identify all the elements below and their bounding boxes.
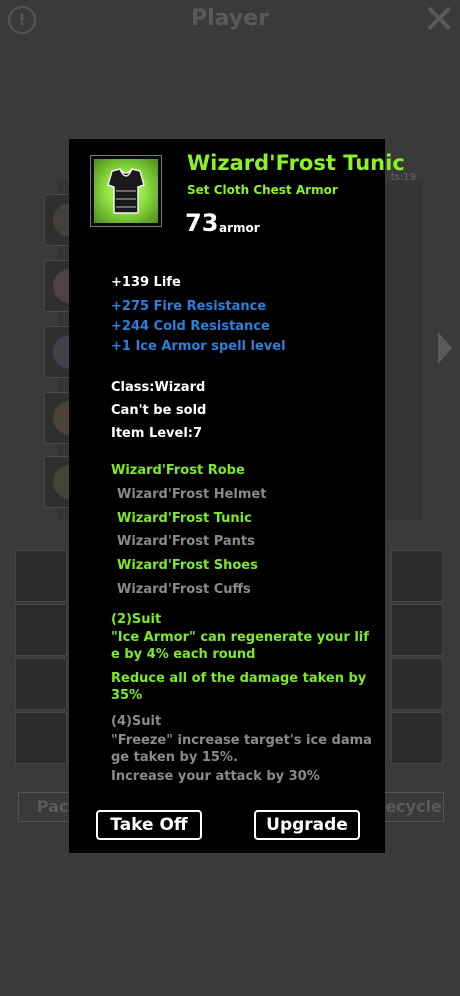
- set-name: Wizard'Frost Robe: [111, 463, 245, 478]
- armor-value: 73: [185, 209, 219, 237]
- set-piece-pants: Wizard'Frost Pants: [117, 534, 255, 549]
- armor-label: armor: [219, 221, 260, 235]
- suit4-bonus-2: Increase your attack by 30%: [111, 769, 320, 784]
- take-off-button[interactable]: Take Off: [96, 810, 202, 840]
- item-level: Item Level:7: [111, 426, 203, 441]
- suit2-bonus-2: Reduce all of the damage taken by 35%: [111, 671, 367, 703]
- inventory-slot[interactable]: [15, 604, 67, 656]
- class-requirement: Class:Wizard: [111, 380, 206, 395]
- ice-armor-level-stat: +1 Ice Armor spell level: [111, 339, 286, 354]
- upgrade-button[interactable]: Upgrade: [254, 810, 360, 840]
- close-icon[interactable]: ✕: [422, 0, 456, 40]
- set-piece-cuffs: Wizard'Frost Cuffs: [117, 582, 251, 597]
- suit2-bonus-1: "Ice Armor" can regenerate your life by …: [111, 630, 369, 662]
- set-piece-helmet: Wizard'Frost Helmet: [117, 487, 267, 502]
- inventory-slot[interactable]: [391, 604, 443, 656]
- life-stat: +139 Life: [111, 275, 181, 290]
- item-tooltip: Wizard'Frost Tunic Set Cloth Chest Armor…: [69, 139, 405, 853]
- sell-status: Can't be sold: [111, 403, 207, 418]
- inventory-slot[interactable]: [15, 658, 67, 710]
- fire-resistance-stat: +275 Fire Resistance: [111, 299, 267, 314]
- inventory-slot[interactable]: [15, 550, 67, 602]
- suit4-title: (4)Suit: [111, 714, 162, 729]
- inventory-slot[interactable]: [391, 712, 443, 764]
- suit4-bonus-1: "Freeze" increase target's ice damage ta…: [111, 733, 372, 765]
- set-piece-shoes: Wizard'Frost Shoes: [117, 558, 258, 573]
- next-arrow-icon[interactable]: [438, 332, 452, 364]
- inventory-slot[interactable]: [391, 658, 443, 710]
- item-name: Wizard'Frost Tunic: [187, 151, 405, 175]
- chest-armor-icon: [94, 159, 158, 223]
- inventory-slot[interactable]: [391, 550, 443, 602]
- item-type: Set Cloth Chest Armor: [187, 183, 338, 197]
- screen-title: Player: [191, 6, 269, 31]
- set-piece-tunic: Wizard'Frost Tunic: [117, 511, 252, 526]
- item-icon-frame: [90, 155, 162, 227]
- cold-resistance-stat: +244 Cold Resistance: [111, 319, 270, 334]
- inventory-slot[interactable]: [15, 712, 67, 764]
- suit2-title: (2)Suit: [111, 612, 162, 627]
